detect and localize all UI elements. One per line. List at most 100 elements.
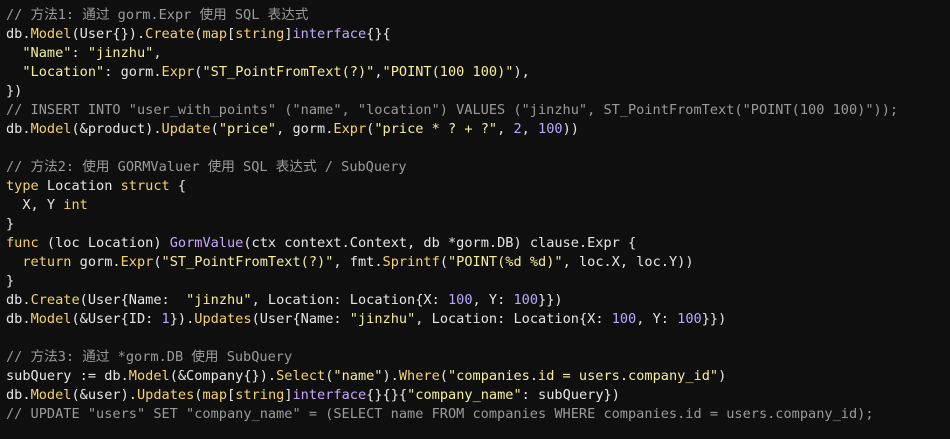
code-token-string: "jinzhu" xyxy=(349,311,416,327)
code-token-keyword: struct xyxy=(120,178,170,194)
code-token-keyword: string xyxy=(235,387,285,403)
code-token-type: GormValue xyxy=(169,235,244,251)
code-line: db.Model(&user).Updates(map[string]inter… xyxy=(6,386,950,405)
code-token-comment: // 方法2: 使用 GORMValuer 使用 SQL 表达式 / SubQu… xyxy=(6,159,407,175)
code-token-plain: ( xyxy=(439,368,448,384)
code-token-func: Create xyxy=(145,26,195,42)
code-token-plain: , Location: Location{X: xyxy=(415,311,612,327)
code-token-plain: }}) xyxy=(701,311,727,327)
code-token-type: interface xyxy=(292,387,367,403)
code-line: func (loc Location) GormValue(ctx contex… xyxy=(6,234,950,253)
code-token-plain: subQuery := db. xyxy=(6,368,129,384)
code-token-string: "name" xyxy=(333,368,383,384)
code-token-plain: (&Company{}). xyxy=(169,368,277,384)
code-token-plain: , xyxy=(153,45,162,61)
code-token-plain: (User{Name: xyxy=(79,292,187,308)
code-token-plain: (&User{ID: xyxy=(71,311,162,327)
code-line: return gorm.Expr("ST_PointFromText(?)", … xyxy=(6,253,950,272)
code-line: db.Model(&User{ID: 1}).Updates(User{Name… xyxy=(6,310,950,329)
code-token-plain: , gorm. xyxy=(276,121,334,137)
code-token-string: "ST_PointFromText(?)" xyxy=(202,64,375,80)
code-token-string: "Name" xyxy=(22,45,72,61)
code-token-type: interface xyxy=(292,26,367,42)
code-line: // INSERT INTO "user_with_points" ("name… xyxy=(6,101,950,120)
code-token-func: Model xyxy=(128,368,170,384)
code-token-plain: }) xyxy=(6,83,23,99)
code-token-func: Model xyxy=(30,311,72,327)
code-token-plain: ] xyxy=(284,26,293,42)
code-token-plain: [ xyxy=(227,26,236,42)
code-token-plain: : subQuery}) xyxy=(521,387,620,403)
code-line: }) xyxy=(6,82,950,101)
code-line: X, Y int xyxy=(6,196,950,215)
code-token-plain: ), xyxy=(513,64,530,80)
code-token-plain: ) xyxy=(718,368,727,384)
code-token-plain: X, Y xyxy=(6,197,64,213)
code-token-keyword: type xyxy=(6,178,39,194)
code-token-func: Expr xyxy=(333,121,367,137)
code-token-plain: ( xyxy=(210,121,219,137)
code-token-plain: {}{ xyxy=(366,26,391,42)
code-token-plain: , Y: xyxy=(472,292,514,308)
code-token-string: "jinzhu" xyxy=(87,45,154,61)
code-token-plain: gorm. xyxy=(71,254,121,270)
code-token-string: "POINT(100 100)" xyxy=(382,64,514,80)
code-line: } xyxy=(6,272,950,291)
code-token-plain: , xyxy=(521,121,539,137)
code-token-number: 100 xyxy=(447,292,473,308)
code-line: // 方法1: 通过 gorm.Expr 使用 SQL 表达式 xyxy=(6,6,950,25)
code-token-plain: db. xyxy=(6,26,31,42)
code-line: // UPDATE "users" SET "company_name" = (… xyxy=(6,405,950,424)
code-token-string: "company_name" xyxy=(407,387,522,403)
code-token-func: Expr xyxy=(161,64,195,80)
code-token-plain: } xyxy=(6,273,15,289)
code-token-plain: , xyxy=(497,121,514,137)
code-token-plain: [ xyxy=(227,387,236,403)
code-token-string: "companies.id = users.company_id" xyxy=(447,368,719,384)
code-token-comment: // UPDATE "users" SET "company_name" = (… xyxy=(6,406,874,422)
code-token-plain: ( xyxy=(153,254,162,270)
code-token-plain: , Location: Location{X: xyxy=(251,292,448,308)
code-token-comment: // 方法1: 通过 gorm.Expr 使用 SQL 表达式 xyxy=(6,7,309,23)
code-token-number: 1 xyxy=(161,311,170,327)
code-token-func: Expr xyxy=(120,254,154,270)
code-token-func: Where xyxy=(398,368,440,384)
code-line: subQuery := db.Model(&Company{}).Select (… xyxy=(6,367,950,386)
code-token-plain: , Y: xyxy=(636,311,678,327)
code-token-func: Updates xyxy=(194,311,252,327)
code-token-plain: , xyxy=(374,64,383,80)
code-line: type Location struct { xyxy=(6,177,950,196)
code-token-plain: } xyxy=(6,216,15,232)
code-token-func: map xyxy=(202,387,228,403)
code-token-plain: {}{}{ xyxy=(366,387,408,403)
code-token-plain: (&user). xyxy=(71,387,137,403)
code-token-func: map xyxy=(202,26,228,42)
code-token-keyword: int xyxy=(63,197,88,213)
code-token-plain: Location xyxy=(38,178,121,194)
code-token-plain: db. xyxy=(6,311,31,327)
code-line: } xyxy=(6,215,950,234)
code-line: db.Model(&product).Update("price", gorm.… xyxy=(6,120,950,139)
code-line: // 方法3: 通过 *gorm.DB 使用 SubQuery xyxy=(6,348,950,367)
code-token-comment: // INSERT INTO "user_with_points" ("name… xyxy=(6,102,899,118)
code-token-keyword: string xyxy=(235,26,285,42)
code-line: "Location": gorm.Expr("ST_PointFromText(… xyxy=(6,63,950,82)
code-token-string: "POINT(%d %d)" xyxy=(448,254,563,270)
code-token-plain: )) xyxy=(562,121,579,137)
code-token-func: Sprintf xyxy=(382,254,440,270)
code-token-number: 100 xyxy=(677,311,702,327)
code-token-plain: (User{Name: xyxy=(251,311,350,327)
code-token-plain: , loc.X, loc.Y)) xyxy=(562,254,694,270)
code-token-func: Update xyxy=(161,121,211,137)
code-line: db.Create(User{Name: "jinzhu", Location:… xyxy=(6,291,950,310)
code-line: "Name": "jinzhu", xyxy=(6,44,950,63)
code-token-plain: : gorm. xyxy=(104,64,162,80)
code-token-string: "price" xyxy=(218,121,277,137)
code-token-func: Create xyxy=(30,292,80,308)
code-editor[interactable]: // 方法1: 通过 gorm.Expr 使用 SQL 表达式 db.Model(… xyxy=(0,0,950,439)
code-token-func: Model xyxy=(30,387,72,403)
